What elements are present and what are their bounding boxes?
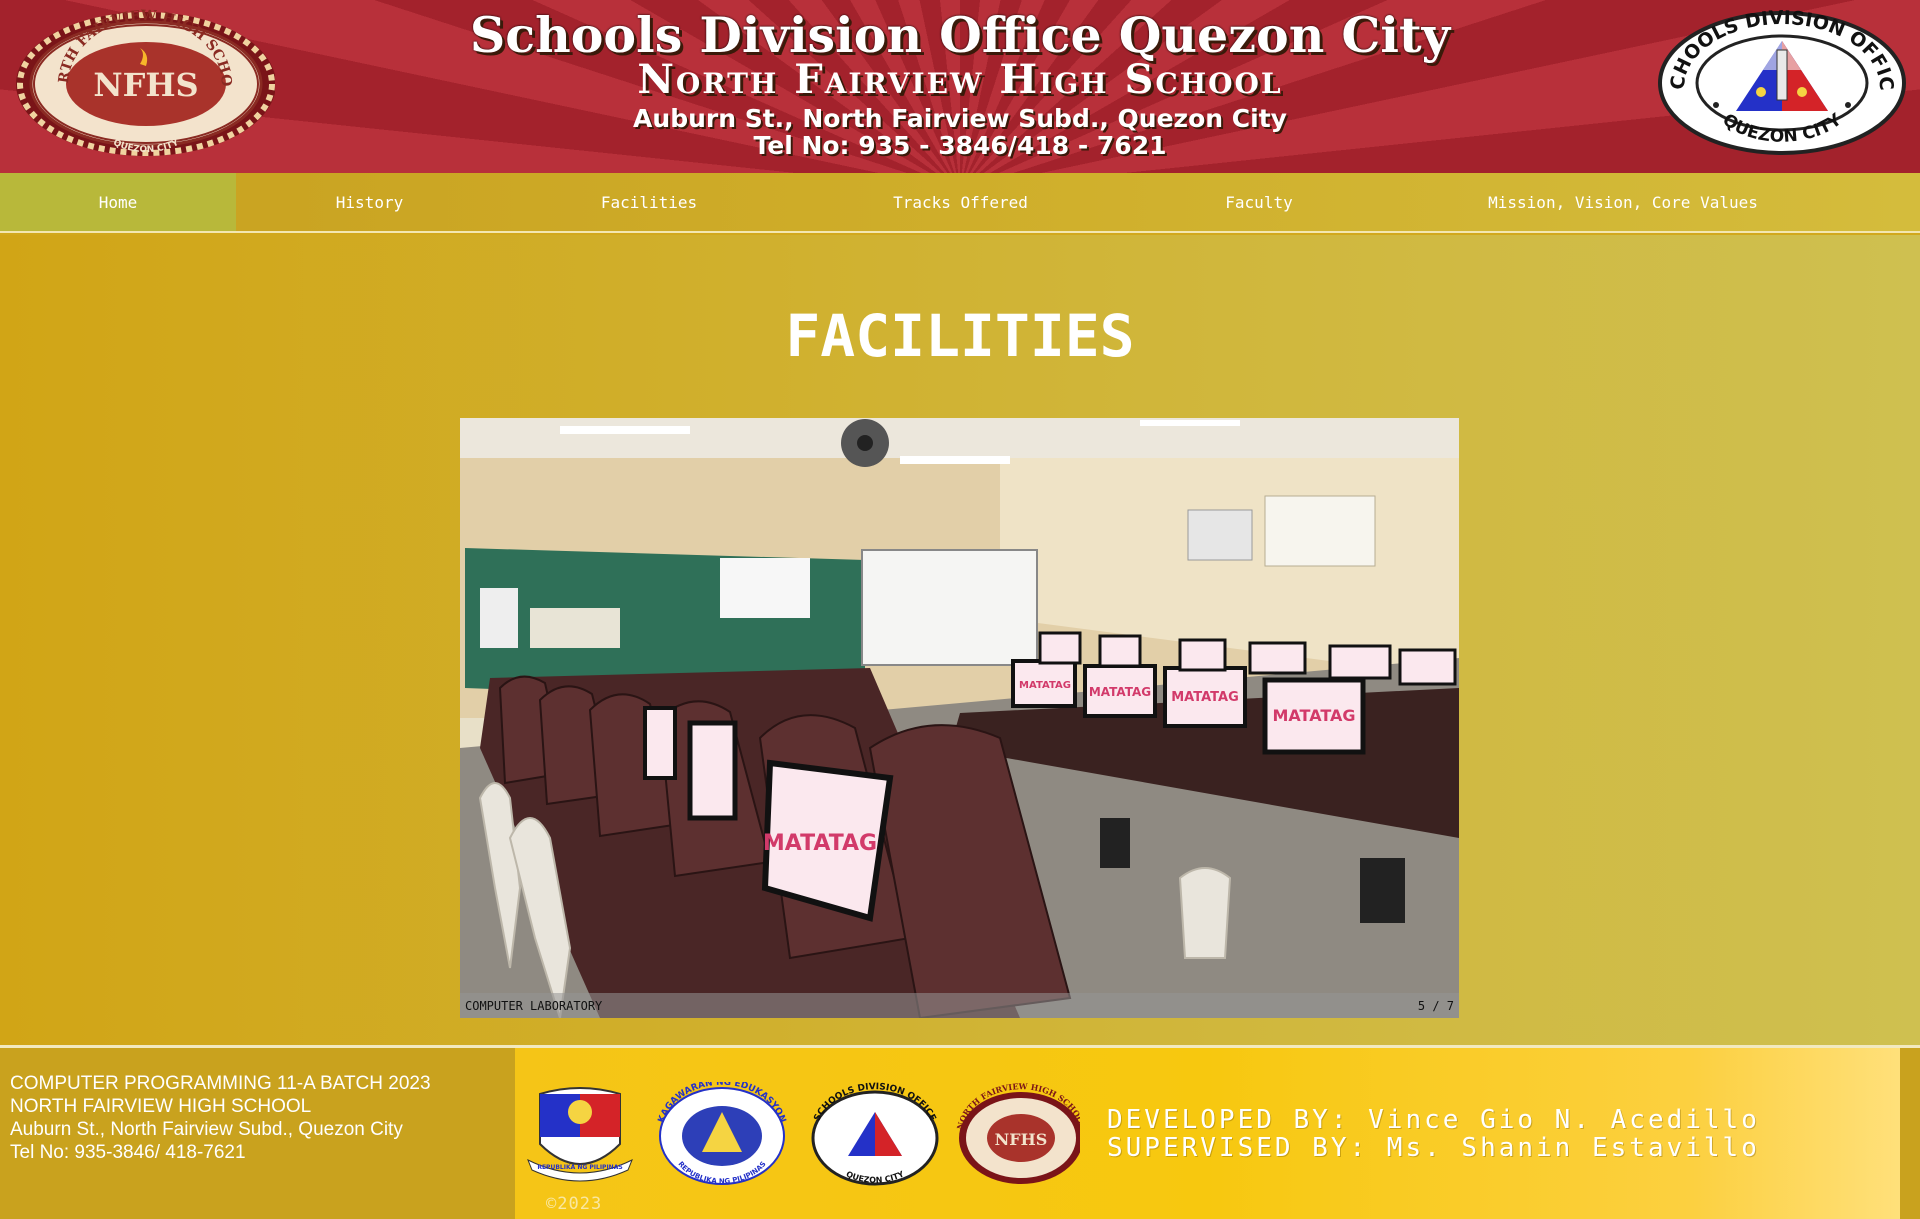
developed-by: DEVELOPED BY: Vince Gio N. Acedillo	[1107, 1105, 1760, 1135]
slide-counter: 5 / 7	[1417, 998, 1454, 1013]
nav-facilities[interactable]: Facilities	[503, 173, 795, 231]
footer-logos: REPUBLIKA NG PILIPINAS KAGAWARAN NG EDUK…	[527, 1082, 1080, 1186]
header-banner: NORTH FAIRVIEW HIGH SCHOOL QUEZON CITY N…	[0, 0, 1920, 173]
footer-school-name: NORTH FAIRVIEW HIGH SCHOOL	[10, 1096, 312, 1117]
footer-address: Auburn St., North Fairview Subd., Quezon…	[10, 1119, 403, 1140]
svg-text:MATATAG: MATATAG	[1171, 690, 1239, 705]
footer: COMPUTER PROGRAMMING 11-A BATCH 2023 NOR…	[0, 1048, 1920, 1219]
slide-caption: COMPUTER LABORATORY	[465, 998, 603, 1013]
developer-credits: DEVELOPED BY: Vince Gio N. Acedillo SUPE…	[1107, 1106, 1760, 1162]
svg-text:MATATAG: MATATAG	[1019, 680, 1071, 691]
svg-text:MATATAG: MATATAG	[1272, 706, 1355, 725]
svg-text:MATATAG: MATATAG	[763, 831, 877, 856]
svg-text:REPUBLIKA NG PILIPINAS: REPUBLIKA NG PILIPINAS	[537, 1164, 622, 1171]
nfhs-seal-icon: NORTH FAIRVIEW HIGH SCHOOL QUEZON CITY N…	[10, 8, 275, 156]
nav-faculty[interactable]: Faculty	[1126, 173, 1392, 231]
svg-text:MATATAG: MATATAG	[1089, 685, 1151, 699]
footer-batch: COMPUTER PROGRAMMING 11-A BATCH 2023	[10, 1073, 431, 1094]
banner-title-school: North Fairview High School	[637, 56, 1283, 103]
footer-phone: Tel No: 935-3846/ 418-7621	[10, 1142, 246, 1163]
copyright: ©2023	[546, 1194, 603, 1214]
footer-info: COMPUTER PROGRAMMING 11-A BATCH 2023 NOR…	[10, 1072, 431, 1164]
nfhs-small-seal-icon: NORTH FAIRVIEW HIGH SCHOOL NFHS	[955, 1082, 1080, 1184]
deped-seal-icon: KAGAWARAN NG EDUKASYON REPUBLIKA NG PILI…	[657, 1082, 788, 1186]
page-title: FACILITIES	[785, 302, 1135, 370]
banner-phone: Tel No: 935 - 3846/418 - 7621	[753, 131, 1167, 160]
nav-tracks-offered[interactable]: Tracks Offered	[795, 173, 1126, 231]
philippine-seal-icon: REPUBLIKA NG PILIPINAS	[527, 1087, 633, 1182]
svg-text:NFHS: NFHS	[93, 66, 198, 104]
nav-history[interactable]: History	[236, 173, 503, 231]
nav-home[interactable]: Home	[0, 173, 236, 231]
supervised-by: SUPERVISED BY: Ms. Shanin Estavillo	[1107, 1133, 1760, 1163]
svg-text:NFHS: NFHS	[995, 1130, 1048, 1149]
facilities-slideshow[interactable]: MATATAG MATATAG MATATAG MATATAG MATATAG …	[460, 418, 1459, 1018]
slide-caption-bar: COMPUTER LABORATORY 5 / 7	[460, 993, 1459, 1018]
sdo-seal-icon: SCHOOLS DIVISION OFFICE QUEZON CITY	[1656, 8, 1906, 155]
nav-mission-vision[interactable]: Mission, Vision, Core Values	[1392, 173, 1854, 231]
computer-lab-photo: MATATAG MATATAG MATATAG MATATAG MATATAG	[460, 418, 1459, 1018]
main-nav: Home History Facilities Tracks Offered F…	[0, 173, 1920, 233]
sdo-small-seal-icon: SCHOOLS DIVISION OFFICE QUEZON CITY	[811, 1082, 939, 1186]
banner-address: Auburn St., North Fairview Subd., Quezon…	[633, 104, 1287, 133]
main-content: FACILITIES MATATAG MATATAG MATATAG MATAT…	[0, 235, 1920, 1045]
